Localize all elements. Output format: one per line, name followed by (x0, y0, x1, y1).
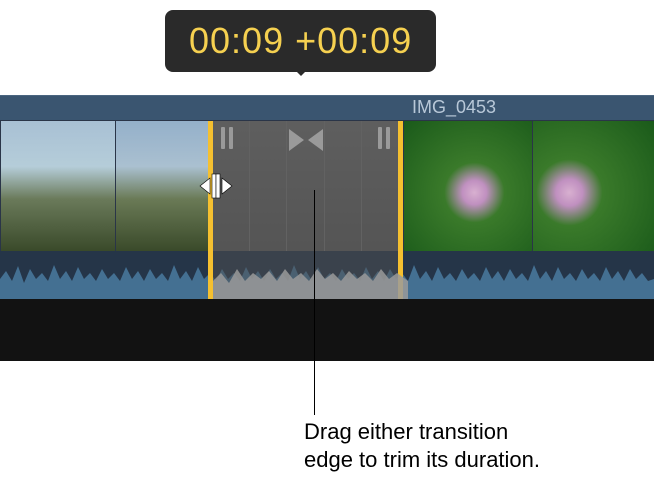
timeline[interactable]: IMG_0453 (0, 95, 654, 315)
clip-thumbnail[interactable] (532, 121, 654, 251)
clip-thumbnail[interactable] (0, 121, 115, 251)
transition-trim-handle-left[interactable] (218, 126, 236, 150)
clip-thumbnail[interactable] (115, 121, 208, 251)
callout-line-1: Drag either transition (304, 418, 540, 446)
callout-text: Drag either transition edge to trim its … (304, 418, 540, 473)
tooltip-time: 00:09 (189, 20, 284, 61)
tooltip-delta: +00:09 (295, 20, 412, 61)
duration-tooltip: 00:09 +00:09 (165, 10, 436, 72)
clip-thumbnail[interactable] (403, 121, 533, 251)
callout-leader-line (314, 190, 315, 415)
clip-name-label: IMG_0453 (412, 97, 496, 118)
audio-transition-region[interactable] (208, 251, 403, 299)
timeline-track-background (0, 299, 654, 315)
transition-trim-handle-right[interactable] (375, 126, 393, 150)
bowtie-icon (289, 129, 323, 151)
clip-header-bar (0, 95, 654, 121)
audio-waveform-row[interactable] (0, 251, 654, 299)
transition-clip[interactable] (208, 121, 403, 251)
callout-line-2: edge to trim its duration. (304, 446, 540, 474)
trim-edge-cursor-icon (198, 172, 234, 200)
timeline-empty-area (0, 315, 654, 361)
